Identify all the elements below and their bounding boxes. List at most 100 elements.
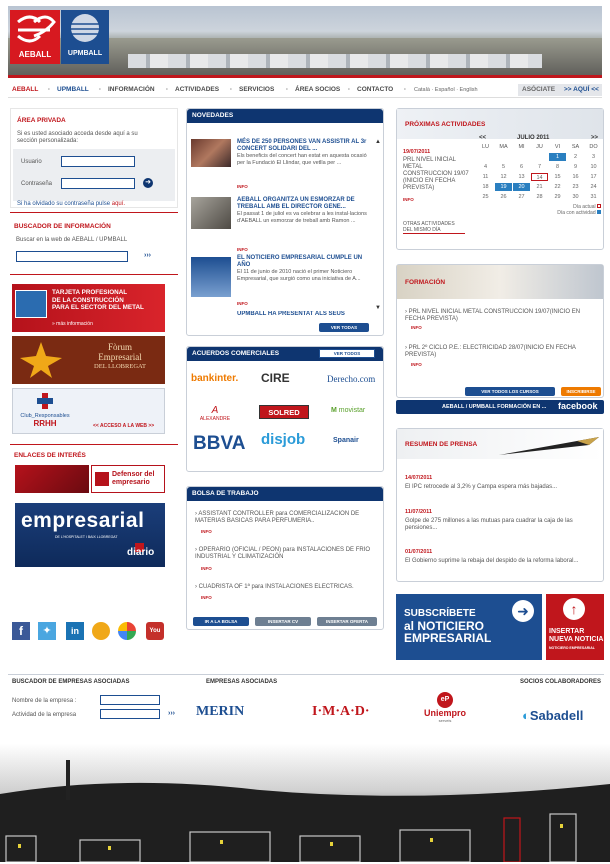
calendar-day[interactable]: 16 bbox=[567, 173, 584, 181]
password-input[interactable] bbox=[61, 178, 135, 189]
bbva-logo[interactable]: BBVA bbox=[193, 433, 245, 455]
calendar-day[interactable]: 31 bbox=[585, 193, 602, 201]
insertar-cv-button[interactable]: INSERTAR CV bbox=[255, 617, 311, 626]
movistar-logo[interactable]: M movistar bbox=[331, 407, 365, 414]
news-thumb-1[interactable] bbox=[191, 139, 231, 167]
job-item-1[interactable]: › ASSISTANT CONTROLLER para COMERCIALIZA… bbox=[195, 511, 375, 525]
bankinter-logo[interactable]: bankinter. bbox=[191, 373, 238, 384]
news-info-3[interactable]: INFO bbox=[237, 301, 248, 306]
course-item-1[interactable]: › PRL NIVEL INICIAL METAL CONSTRUCCION 1… bbox=[405, 309, 597, 323]
calendar-day[interactable]: 13 bbox=[513, 173, 530, 181]
course-info-2[interactable]: INFO bbox=[411, 362, 422, 367]
ver-todas-button[interactable]: VER TODAS bbox=[319, 323, 369, 332]
merin-logo[interactable]: MERIN bbox=[196, 704, 244, 720]
nav-informacion[interactable]: INFORMACIÓN bbox=[108, 86, 155, 93]
news-info-1[interactable]: INFO bbox=[237, 184, 248, 189]
picasa-icon[interactable] bbox=[118, 622, 136, 640]
aeball-logo[interactable]: AEBALL bbox=[10, 10, 60, 64]
imad-logo[interactable]: I·M·A·D· bbox=[312, 704, 370, 720]
subscribe-noticiero-banner[interactable]: SUBSCRÍBETE al NOTICIERO EMPRESARIAL ➜ bbox=[396, 594, 542, 660]
news-title-4[interactable]: UPMBALL HA PRESENTAT ALS SEUS bbox=[237, 311, 371, 317]
facebook-icon[interactable]: f bbox=[12, 622, 30, 640]
activity-text[interactable]: PRL NIVEL INICIAL METAL CONSTRUCCION 19/… bbox=[403, 157, 469, 192]
site-search-go[interactable]: ››› bbox=[144, 252, 151, 259]
nav-area-socios[interactable]: ÁREA SOCIOS bbox=[295, 86, 340, 93]
nav-contacto[interactable]: CONTACTO bbox=[357, 86, 393, 93]
club-rrhh-banner[interactable]: Club_Responsables RRHH << ACCESO A LA WE… bbox=[12, 388, 165, 434]
calendar-day[interactable]: 15 bbox=[549, 173, 566, 181]
uniempro-logo[interactable]: eP Uniempro serveis bbox=[416, 692, 474, 723]
defensor-empresario-link[interactable]: Defensor del empresario bbox=[91, 465, 165, 493]
calendar-day[interactable]: 14 bbox=[531, 173, 548, 181]
calendar-day[interactable]: 3 bbox=[585, 153, 602, 161]
calendar-day[interactable]: 23 bbox=[567, 183, 584, 191]
nav-servicios[interactable]: SERVICIOS bbox=[239, 86, 274, 93]
calendar-day[interactable]: 10 bbox=[585, 163, 602, 171]
job-info-1[interactable]: INFO bbox=[201, 529, 212, 534]
nav-upmball[interactable]: UPMBALL bbox=[57, 86, 89, 93]
calendar-day[interactable]: 12 bbox=[495, 173, 512, 181]
calendar-day[interactable]: 7 bbox=[531, 163, 548, 171]
calendar-day[interactable]: 8 bbox=[549, 163, 566, 171]
calendar-day[interactable]: 1 bbox=[549, 153, 566, 161]
facebook-formacion-bar[interactable]: AEBALL / UPMBALL FORMACIÓN EN ... facebo… bbox=[396, 400, 604, 414]
calendar-day[interactable]: 2 bbox=[567, 153, 584, 161]
ver-cursos-button[interactable]: VER TODOS LOS CURSOS bbox=[465, 387, 555, 396]
cire-logo[interactable]: CIRE bbox=[261, 371, 290, 385]
forum-empresarial-banner[interactable]: Fòrum Empresarial DEL LLOBREGAT bbox=[12, 336, 165, 384]
course-item-2[interactable]: › PRL 2º CICLO P.E.: ELECTRICIDAD 28/07(… bbox=[405, 345, 597, 359]
twitter-icon[interactable]: ✦ bbox=[38, 622, 56, 640]
calendar-day[interactable]: 26 bbox=[495, 193, 512, 201]
news-title-1[interactable]: MÉS DE 250 PERSONES VAN ASSISTIR AL 3r C… bbox=[237, 139, 366, 152]
insertar-noticia-banner[interactable]: ↑ INSERTAR NUEVA NOTICIA NOTICIERO EMPRE… bbox=[546, 594, 604, 660]
empresa-actividad-input[interactable] bbox=[100, 709, 160, 719]
login-submit-icon[interactable]: ➜ bbox=[143, 178, 153, 188]
press-text-1[interactable]: El IPC retrocede al 3,2% y Campa espera … bbox=[405, 484, 599, 491]
insertar-oferta-button[interactable]: INSERTAR OFERTA bbox=[317, 617, 377, 626]
news-title-3[interactable]: EL NOTICIERO EMPRESARIAL CUMPLE UN AÑO bbox=[237, 255, 362, 268]
scroll-up-icon[interactable]: ▲ bbox=[375, 139, 381, 145]
news-thumb-2[interactable] bbox=[191, 197, 231, 229]
job-item-3[interactable]: › CUADRISTA OF 1ª para INSTALACIONES ELE… bbox=[195, 584, 375, 591]
spanair-logo[interactable]: Spanair bbox=[333, 437, 359, 444]
calendar-day[interactable]: 18 bbox=[477, 183, 494, 191]
empresa-nombre-input[interactable] bbox=[100, 695, 160, 705]
site-search-input[interactable] bbox=[16, 251, 128, 262]
ir-bolsa-button[interactable]: IR A LA BOLSA bbox=[193, 617, 249, 626]
sabadell-logo[interactable]: ◐Sabadell bbox=[522, 708, 583, 723]
enlace-banner-1[interactable] bbox=[15, 465, 89, 493]
calendar-day[interactable]: 9 bbox=[567, 163, 584, 171]
activity-info[interactable]: INFO bbox=[403, 197, 414, 202]
calendar-day[interactable]: 25 bbox=[477, 193, 494, 201]
scroll-down-icon[interactable]: ▼ bbox=[375, 305, 381, 311]
calendar-day[interactable]: 5 bbox=[495, 163, 512, 171]
empresarial-diario-banner[interactable]: empresarial DE L'HOSPITALET I BAIX LLOBR… bbox=[15, 503, 165, 567]
calendar-prev[interactable]: << bbox=[479, 135, 486, 141]
alexandre-logo[interactable]: A ALEXANDRE bbox=[195, 405, 235, 422]
otras-actividades-link[interactable]: OTRAS ACTIVIDADES DEL MISMO DÍA bbox=[403, 221, 465, 234]
community-icon[interactable] bbox=[92, 622, 110, 640]
calendar-day[interactable]: 24 bbox=[585, 183, 602, 191]
news-title-2[interactable]: AEBALL ORGANITZA UN ESMORZAR DE TREBALL … bbox=[237, 197, 355, 210]
calendar-day[interactable]: 30 bbox=[567, 193, 584, 201]
calendar-day[interactable]: 20 bbox=[513, 183, 530, 191]
calendar-day[interactable]: 21 bbox=[531, 183, 548, 191]
calendar-day[interactable]: 6 bbox=[513, 163, 530, 171]
nav-actividades[interactable]: ACTIVIDADES bbox=[175, 86, 219, 93]
forgot-link[interactable]: aquí. bbox=[112, 201, 125, 207]
solred-logo[interactable]: SOLRED bbox=[259, 405, 309, 419]
nav-aeball[interactable]: AEBALL bbox=[12, 86, 38, 93]
youtube-icon[interactable]: You bbox=[146, 622, 164, 640]
news-thumb-3[interactable] bbox=[191, 257, 231, 297]
calendar-day[interactable]: 17 bbox=[585, 173, 602, 181]
job-item-2[interactable]: › OPERARIO (OFICIAL / PEON) para INSTALA… bbox=[195, 547, 375, 561]
tarjeta-profesional-banner[interactable]: TARJETA PROFESIONAL DE LA CONSTRUCCIÓN P… bbox=[12, 284, 165, 332]
calendar-day[interactable]: 4 bbox=[477, 163, 494, 171]
job-info-3[interactable]: INFO bbox=[201, 595, 212, 600]
ver-todos-acuerdos-button[interactable]: VER TODOS bbox=[319, 349, 375, 358]
news-info-2[interactable]: INFO bbox=[237, 247, 248, 252]
calendar-day[interactable]: 27 bbox=[513, 193, 530, 201]
disjob-logo[interactable]: disjob bbox=[261, 431, 305, 448]
username-input[interactable] bbox=[61, 156, 135, 167]
inscribirse-button[interactable]: INSCRIBIRSE bbox=[561, 387, 601, 396]
